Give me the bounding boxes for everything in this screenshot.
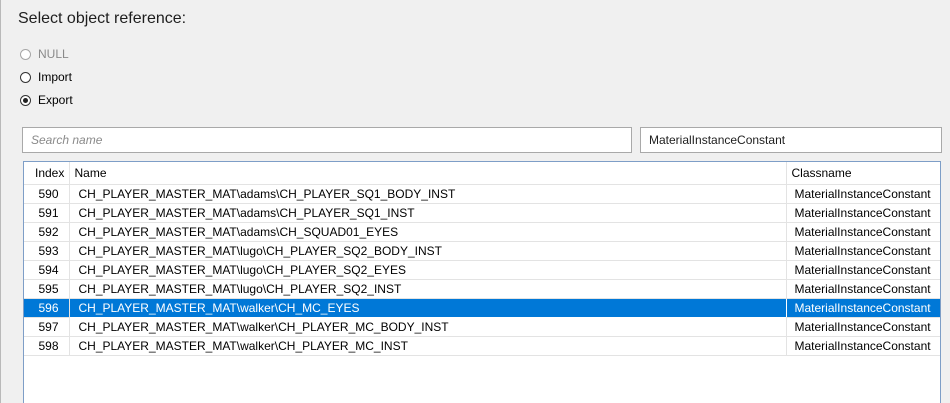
cell-classname[interactable]: MaterialInstanceConstant [786,184,940,204]
cell-name[interactable]: CH_PLAYER_MASTER_MAT\walker\CH_PLAYER_MC… [69,336,787,356]
cell-name[interactable]: CH_PLAYER_MASTER_MAT\lugo\CH_PLAYER_SQ2_… [69,260,787,280]
table-row[interactable]: 592 CH_PLAYER_MASTER_MAT\adams\CH_SQUAD01… [24,222,940,242]
table-row[interactable]: 598 CH_PLAYER_MASTER_MAT\walker\CH_PLAYER… [24,336,940,356]
radio-export-label: Export [38,93,73,107]
cell-classname[interactable]: MaterialInstanceConstant [786,279,940,299]
table-header-row: Index Name Classname [24,162,940,185]
radio-null[interactable]: NULL [20,46,69,62]
column-header-index[interactable]: Index [24,162,70,185]
cell-index[interactable]: 590 [24,184,70,204]
cell-index[interactable]: 592 [24,222,70,242]
cell-index[interactable]: 596 [24,298,70,318]
cell-index[interactable]: 594 [24,260,70,280]
column-header-classname[interactable]: Classname [786,162,940,185]
cell-name[interactable]: CH_PLAYER_MASTER_MAT\adams\CH_PLAYER_SQ1… [69,184,787,204]
cell-classname[interactable]: MaterialInstanceConstant [786,222,940,242]
classname-filter-input[interactable] [640,127,942,153]
cell-classname[interactable]: MaterialInstanceConstant [786,317,940,337]
radio-null-label: NULL [38,47,69,61]
cell-index[interactable]: 598 [24,336,70,356]
cell-classname[interactable]: MaterialInstanceConstant [786,241,940,261]
table-row[interactable]: 596 CH_PLAYER_MASTER_MAT\walker\CH_MC_EYE… [24,298,940,318]
table-row[interactable]: 593 CH_PLAYER_MASTER_MAT\lugo\CH_PLAYER_S… [24,241,940,261]
cell-classname[interactable]: MaterialInstanceConstant [786,298,940,318]
cell-name[interactable]: CH_PLAYER_MASTER_MAT\lugo\CH_PLAYER_SQ2_… [69,279,787,299]
select-object-reference-dialog: Select object reference: NULL Import Exp… [0,0,950,403]
radio-null-indicator[interactable] [20,48,31,60]
table-row[interactable]: 597 CH_PLAYER_MASTER_MAT\walker\CH_PLAYER… [24,317,940,337]
dialog-title: Select object reference: [18,10,187,27]
column-header-name[interactable]: Name [69,162,787,185]
table-row[interactable]: 594 CH_PLAYER_MASTER_MAT\lugo\CH_PLAYER_S… [24,260,940,280]
radio-export-indicator[interactable] [20,94,31,106]
table-row[interactable]: 591 CH_PLAYER_MASTER_MAT\adams\CH_PLAYER_… [24,203,940,223]
cell-index[interactable]: 591 [24,203,70,223]
search-name-input[interactable] [22,127,632,153]
cell-index[interactable]: 597 [24,317,70,337]
cell-name[interactable]: CH_PLAYER_MASTER_MAT\adams\CH_SQUAD01_EY… [69,222,787,242]
radio-export[interactable]: Export [20,92,73,108]
cell-index[interactable]: 593 [24,241,70,261]
cell-name[interactable]: CH_PLAYER_MASTER_MAT\adams\CH_PLAYER_SQ1… [69,203,787,223]
table-row[interactable]: 590 CH_PLAYER_MASTER_MAT\adams\CH_PLAYER_… [24,184,940,204]
cell-name[interactable]: CH_PLAYER_MASTER_MAT\lugo\CH_PLAYER_SQ2_… [69,241,787,261]
radio-import[interactable]: Import [20,69,72,85]
cell-name[interactable]: CH_PLAYER_MASTER_MAT\walker\CH_PLAYER_MC… [69,317,787,337]
cell-classname[interactable]: MaterialInstanceConstant [786,203,940,223]
object-table[interactable]: Index Name Classname 590 CH_PLAYER_MASTER… [23,161,941,403]
cell-name[interactable]: CH_PLAYER_MASTER_MAT\walker\CH_MC_EYES [68,298,787,318]
cell-classname[interactable]: MaterialInstanceConstant [786,336,940,356]
table-row[interactable]: 595 CH_PLAYER_MASTER_MAT\lugo\CH_PLAYER_S… [24,279,940,299]
cell-classname[interactable]: MaterialInstanceConstant [786,260,940,280]
radio-import-indicator[interactable] [20,71,31,83]
radio-import-label: Import [38,70,73,84]
cell-index[interactable]: 595 [24,279,70,299]
